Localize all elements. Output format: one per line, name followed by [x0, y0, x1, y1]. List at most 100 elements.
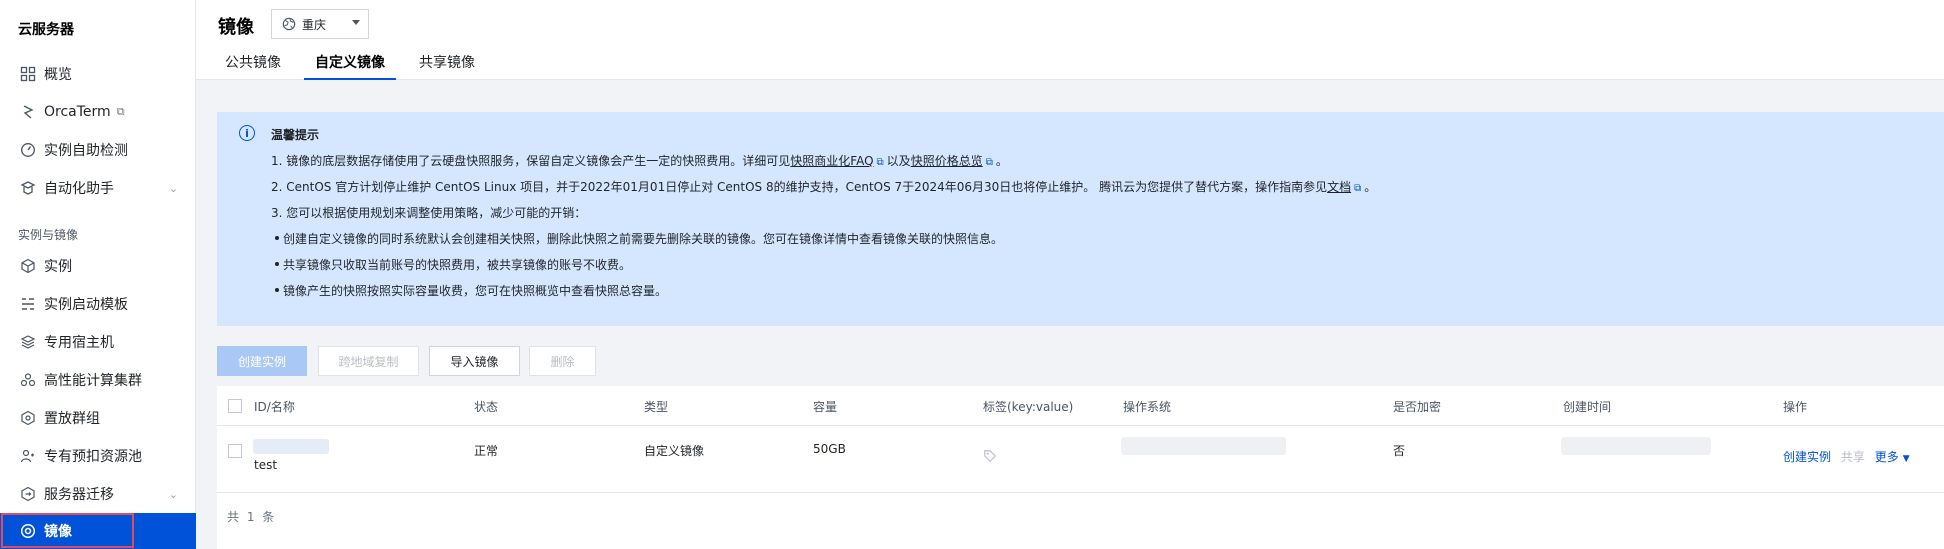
image-table: ID/名称 状态 类型 容量 标签(key:value) 操作系统 是否加密 创…	[217, 386, 1944, 549]
sidebar-item-dedicated-host[interactable]: 专用宿主机	[0, 323, 196, 361]
sidebar-item-images[interactable]: 镜像	[0, 513, 196, 549]
column-type: 类型	[644, 400, 669, 414]
sidebar-item-label: 实例	[44, 259, 72, 275]
sidebar-item-label: 概览	[44, 67, 72, 83]
status-value: 正常	[474, 444, 499, 458]
column-id-name: ID/名称	[254, 400, 295, 414]
notice-text: 以及	[886, 154, 911, 168]
notice-bullet: 镜像产生的快照按照实际容量收费，您可在快照概览中查看快照总容量。	[274, 284, 668, 298]
notice-title: 温馨提示	[271, 128, 320, 142]
placement-icon	[20, 410, 36, 426]
notice-text: 1. 镜像的底层数据存储使用了云硬盘快照服务，保留自定义镜像会产生一定的快照费用…	[271, 154, 791, 168]
tab-shared-images[interactable]: 共享镜像	[408, 52, 486, 80]
total-count: 共 1 条	[227, 510, 277, 524]
row-actions: 创建实例 共享 更多 ▼	[1783, 448, 1910, 465]
column-os: 操作系统	[1123, 400, 1172, 414]
globe-icon	[282, 17, 296, 31]
doc-link[interactable]: 文档	[1327, 180, 1351, 194]
tab-custom-images[interactable]: 自定义镜像	[304, 52, 396, 80]
layers-icon	[20, 334, 36, 350]
sidebar-item-label: OrcaTerm	[44, 104, 111, 120]
external-link-icon: ⧉	[985, 157, 993, 168]
sidebar-item-label: 镜像	[44, 524, 72, 540]
sidebar-item-server-migration[interactable]: 服务器迁移 ⌄	[0, 475, 196, 513]
tag-icon[interactable]	[983, 449, 997, 463]
column-capacity: 容量	[813, 400, 838, 414]
encrypted-value: 否	[1393, 444, 1406, 458]
table-row: test 正常 自定义镜像 50GB 否 创建实例 共享 更多 ▼	[217, 427, 1944, 493]
sidebar-item-self-check[interactable]: 实例自助检测	[0, 131, 196, 169]
column-created-time: 创建时间	[1563, 400, 1612, 414]
sidebar-item-placement-group[interactable]: 置放群组	[0, 399, 196, 437]
image-id-link[interactable]	[253, 439, 329, 454]
tab-public-images[interactable]: 公共镜像	[214, 52, 292, 80]
sidebar-item-label: 专用宿主机	[44, 335, 114, 351]
sidebar-item-overview[interactable]: 概览	[0, 55, 196, 93]
sidebar-item-label: 自动化助手	[44, 181, 114, 197]
grid-icon	[20, 66, 36, 82]
os-value	[1121, 437, 1286, 455]
image-icon	[20, 523, 36, 539]
sidebar-item-instances[interactable]: 实例	[0, 247, 196, 285]
column-actions: 操作	[1783, 400, 1808, 414]
sidebar-item-label: 置放群组	[44, 411, 100, 427]
gauge-icon	[20, 142, 36, 158]
sidebar-item-label: 服务器迁移	[44, 487, 114, 503]
snapshot-price-link[interactable]: 快照价格总览	[911, 154, 983, 168]
external-link-icon: ⧉	[876, 157, 884, 168]
select-all-checkbox[interactable]	[228, 399, 242, 413]
page-header: 镜像 重庆 公共镜像 自定义镜像 共享镜像	[196, 0, 1944, 80]
chevron-down-icon: ⌄	[168, 181, 178, 195]
sidebar-item-orcaterm[interactable]: OrcaTerm ⧉	[0, 93, 196, 131]
more-dropdown[interactable]: 更多	[1875, 450, 1899, 464]
external-link-icon: ⧉	[116, 105, 125, 118]
cluster-icon	[20, 372, 36, 388]
sidebar-item-label: 高性能计算集群	[44, 373, 142, 389]
notice-line-2: 2. CentOS 官方计划停止维护 CentOS Linux 项目，并于202…	[271, 178, 1376, 195]
migrate-icon	[20, 486, 36, 502]
sidebar-title: 云服务器	[18, 22, 74, 38]
cross-region-copy-button[interactable]: 跨地域复制	[318, 346, 419, 376]
image-tabs: 公共镜像 自定义镜像 共享镜像	[214, 52, 498, 80]
sidebar-item-reserved-pool[interactable]: 专有预扣资源池	[0, 437, 196, 475]
region-selector[interactable]: 重庆	[271, 9, 369, 39]
column-tags: 标签(key:value)	[983, 400, 1074, 414]
sidebar-item-launch-template[interactable]: 实例启动模板	[0, 285, 196, 323]
delete-button[interactable]: 删除	[529, 346, 596, 376]
snapshot-faq-link[interactable]: 快照商业化FAQ	[790, 154, 873, 168]
table-header: ID/名称 状态 类型 容量 标签(key:value) 操作系统 是否加密 创…	[217, 386, 1944, 426]
capacity-value: 50GB	[813, 442, 846, 456]
column-status: 状态	[474, 400, 499, 414]
template-icon	[20, 296, 36, 312]
column-encrypted: 是否加密	[1393, 400, 1442, 414]
sidebar-item-label: 实例自助检测	[44, 143, 128, 159]
notice-text: 。	[1364, 180, 1377, 194]
cube-icon	[20, 258, 36, 274]
robot-icon	[20, 180, 36, 196]
sidebar-item-label: 专有预扣资源池	[44, 449, 142, 465]
sidebar-item-hpc-cluster[interactable]: 高性能计算集群	[0, 361, 196, 399]
create-instance-button[interactable]: 创建实例	[217, 346, 307, 376]
caret-down-icon: ▼	[1902, 454, 1910, 464]
chevron-down-icon: ⌄	[168, 487, 178, 501]
pool-icon	[20, 448, 36, 464]
type-value: 自定义镜像	[644, 444, 705, 458]
create-instance-link[interactable]: 创建实例	[1783, 450, 1831, 464]
caret-down-icon	[352, 20, 360, 25]
external-link-icon: ⧉	[1354, 183, 1362, 194]
page-title: 镜像	[218, 17, 254, 38]
notice-line-1: 1. 镜像的底层数据存储使用了云硬盘快照服务，保留自定义镜像会产生一定的快照费用…	[271, 152, 1008, 169]
sidebar: 云服务器 概览 OrcaTerm ⧉ 实例自助检测 自动化助手 ⌄ 实例与镜像 …	[0, 0, 196, 549]
notice-text: 2. CentOS 官方计划停止维护 CentOS Linux 项目，并于202…	[271, 180, 1328, 194]
notice-text: 。	[995, 154, 1008, 168]
share-link[interactable]: 共享	[1841, 450, 1865, 464]
row-checkbox[interactable]	[228, 444, 242, 458]
info-icon: i	[239, 125, 255, 141]
notice-bullet: 创建自定义镜像的同时系统默认会创建相关快照，删除此快照之前需要先删除关联的镜像。…	[274, 232, 1004, 246]
import-image-button[interactable]: 导入镜像	[429, 346, 520, 376]
sidebar-item-automation[interactable]: 自动化助手 ⌄	[0, 169, 196, 207]
image-name: test	[254, 458, 278, 472]
created-time-value	[1561, 437, 1711, 455]
notice-bullet: 共享镜像只收取当前账号的快照费用，被共享镜像的账号不收费。	[274, 258, 632, 272]
sidebar-item-label: 实例启动模板	[44, 297, 128, 313]
